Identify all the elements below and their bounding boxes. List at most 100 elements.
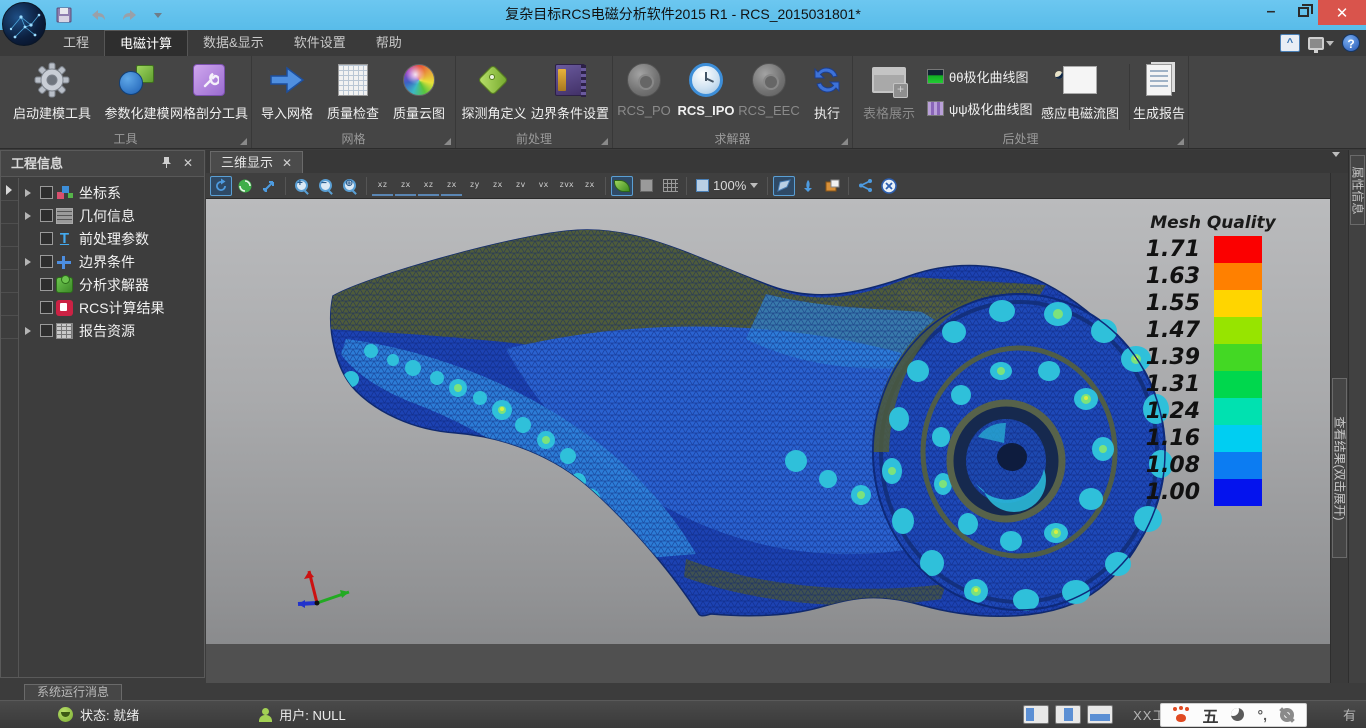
view-zy-button[interactable]: zy [464,176,485,196]
view-xz-button[interactable]: xz [418,176,439,196]
shaded-mode-button[interactable] [611,176,633,196]
close-button[interactable]: ✕ [1318,0,1366,25]
quality-check-button[interactable]: 质量检查 [322,59,384,131]
group-launcher-icon[interactable] [240,138,247,145]
view-iso1-button[interactable]: zv [510,176,531,196]
tab-project[interactable]: 工程 [48,30,104,56]
parametric-modeling-button[interactable]: 参数化建模 [98,59,176,131]
zoom-extents-button[interactable]: ⊕ [339,176,361,196]
tab-data-display[interactable]: 数据&显示 [188,30,279,56]
import-mesh-button[interactable]: 导入网格 [256,59,318,131]
checkbox[interactable] [40,209,53,222]
zoom-level-combo[interactable]: 100% [692,178,762,193]
layout-left-button[interactable] [1023,705,1049,724]
group-launcher-icon[interactable] [841,138,848,145]
mesh-tool-button[interactable]: 网格剖分工具 [168,59,250,131]
solver-rcs-po-button[interactable]: RCS_PO [615,59,673,131]
ime-settings-icon[interactable] [1280,708,1294,722]
solver-rcs-eec-button[interactable]: RCS_EEC [739,59,799,131]
boundary-icon [56,254,73,270]
tab-property-info[interactable]: 属性信息 [1350,155,1365,225]
layout-bottom-button[interactable] [1087,705,1113,724]
display-options-button[interactable] [1308,37,1334,50]
ime-logo-icon[interactable] [1173,707,1189,722]
checkbox[interactable] [40,186,53,199]
group-launcher-icon[interactable] [444,138,451,145]
share-button[interactable] [854,176,876,196]
restore-button[interactable] [1288,0,1318,24]
expander-icon[interactable] [25,258,31,266]
tab-view-results[interactable]: 查看结果(双击展开) [1332,378,1347,558]
ime-mode-button[interactable]: 五 [1202,703,1218,727]
tree-item-boundary[interactable]: 边界条件 [19,250,202,273]
arrow-down-button[interactable] [797,176,819,196]
induced-current-map-button[interactable]: 感应电磁流图 [1035,59,1125,131]
execute-button[interactable]: 执行 [805,59,849,131]
psi-polar-curve-button[interactable]: ψψ极化曲线图 [927,96,1033,120]
ime-halfwidth-icon[interactable] [1231,708,1244,721]
expander-icon[interactable] [25,189,31,197]
help-button[interactable]: ? [1342,34,1360,52]
view-zx-button[interactable]: zx [441,176,462,196]
checkbox[interactable] [40,232,53,245]
checkbox[interactable] [40,324,53,337]
minimize-button[interactable]: – [1256,0,1286,24]
checkbox[interactable] [40,278,53,291]
checkbox[interactable] [40,255,53,268]
capture-window-button[interactable] [821,176,843,196]
ribbon-collapse-button[interactable]: ^ [1280,34,1300,52]
gutter-arrow-icon[interactable] [6,185,12,195]
checkbox[interactable] [40,301,53,314]
table-display-button[interactable]: 表格展示 [857,59,921,131]
boundary-settings-button[interactable]: 边界条件设置 [528,59,612,131]
tree-item-rcs-results[interactable]: RCS计算结果 [19,296,202,319]
zoom-in-button[interactable]: + [291,176,313,196]
tab-em-compute[interactable]: 电磁计算 [104,30,188,56]
group-label-tools: 工具 [0,132,251,147]
viewport-canvas[interactable]: Mesh Quality 1.71 1.63 1.55 1.47 1.39 1.… [206,199,1330,644]
theta-polar-curve-button[interactable]: θθ极化曲线图 [927,64,1028,88]
ime-punctuation-button[interactable]: °, [1257,707,1267,723]
orbit-button[interactable] [234,176,256,196]
group-launcher-icon[interactable] [601,138,608,145]
coordinate-system-icon [56,185,73,201]
panel-close-icon[interactable]: ✕ [180,156,196,172]
pin-icon[interactable] [158,156,174,172]
launch-modeler-button[interactable]: 启动建模工具 [6,59,98,131]
app-logo[interactable] [2,2,46,46]
tab-3d-display[interactable]: 三维显示 ✕ [210,151,303,173]
probe-angle-button[interactable]: 探测角定义 [458,59,530,131]
solver-rcs-ipo-button[interactable]: RCS_IPO [675,59,737,131]
view-xy-button[interactable]: xz [372,176,393,196]
tab-system-messages[interactable]: 系统运行消息 [24,684,122,700]
dot-grid-icon [663,179,678,192]
expander-icon[interactable] [25,212,31,220]
caret-down-icon [750,183,758,188]
zoom-out-button[interactable]: − [315,176,337,196]
view-yx-button[interactable]: zx [395,176,416,196]
wireframe-mode-button[interactable] [659,176,681,196]
generate-report-button[interactable]: 生成报告 [1131,59,1187,131]
tree-item-solver[interactable]: 分析求解器 [19,273,202,296]
tab-settings[interactable]: 软件设置 [279,30,361,56]
layout-center-button[interactable] [1055,705,1081,724]
view-iso2-button[interactable]: vx [533,176,554,196]
pan-button[interactable] [258,176,280,196]
tree-item-preprocess-params[interactable]: T 前处理参数 [19,227,202,250]
view-yz-button[interactable]: zx [487,176,508,196]
group-launcher-icon[interactable] [1177,138,1184,145]
tree-item-coordinates[interactable]: 坐标系 [19,181,202,204]
group-label-postprocess: 后处理 [853,132,1188,147]
flat-mode-button[interactable] [635,176,657,196]
view-iso3-button[interactable]: zvx [556,176,577,196]
tree-item-report-resources[interactable]: 报告资源 [19,319,202,342]
quality-contour-button[interactable]: 质量云图 [388,59,450,131]
rotate-view-button[interactable] [210,176,232,196]
clear-view-button[interactable] [878,176,900,196]
tree-item-geometry[interactable]: 几何信息 [19,204,202,227]
tab-help[interactable]: 帮助 [361,30,417,56]
select-polygon-button[interactable] [773,176,795,196]
tab-close-icon[interactable]: ✕ [282,153,292,173]
view-iso4-button[interactable]: zx [579,176,600,196]
expander-icon[interactable] [25,327,31,335]
